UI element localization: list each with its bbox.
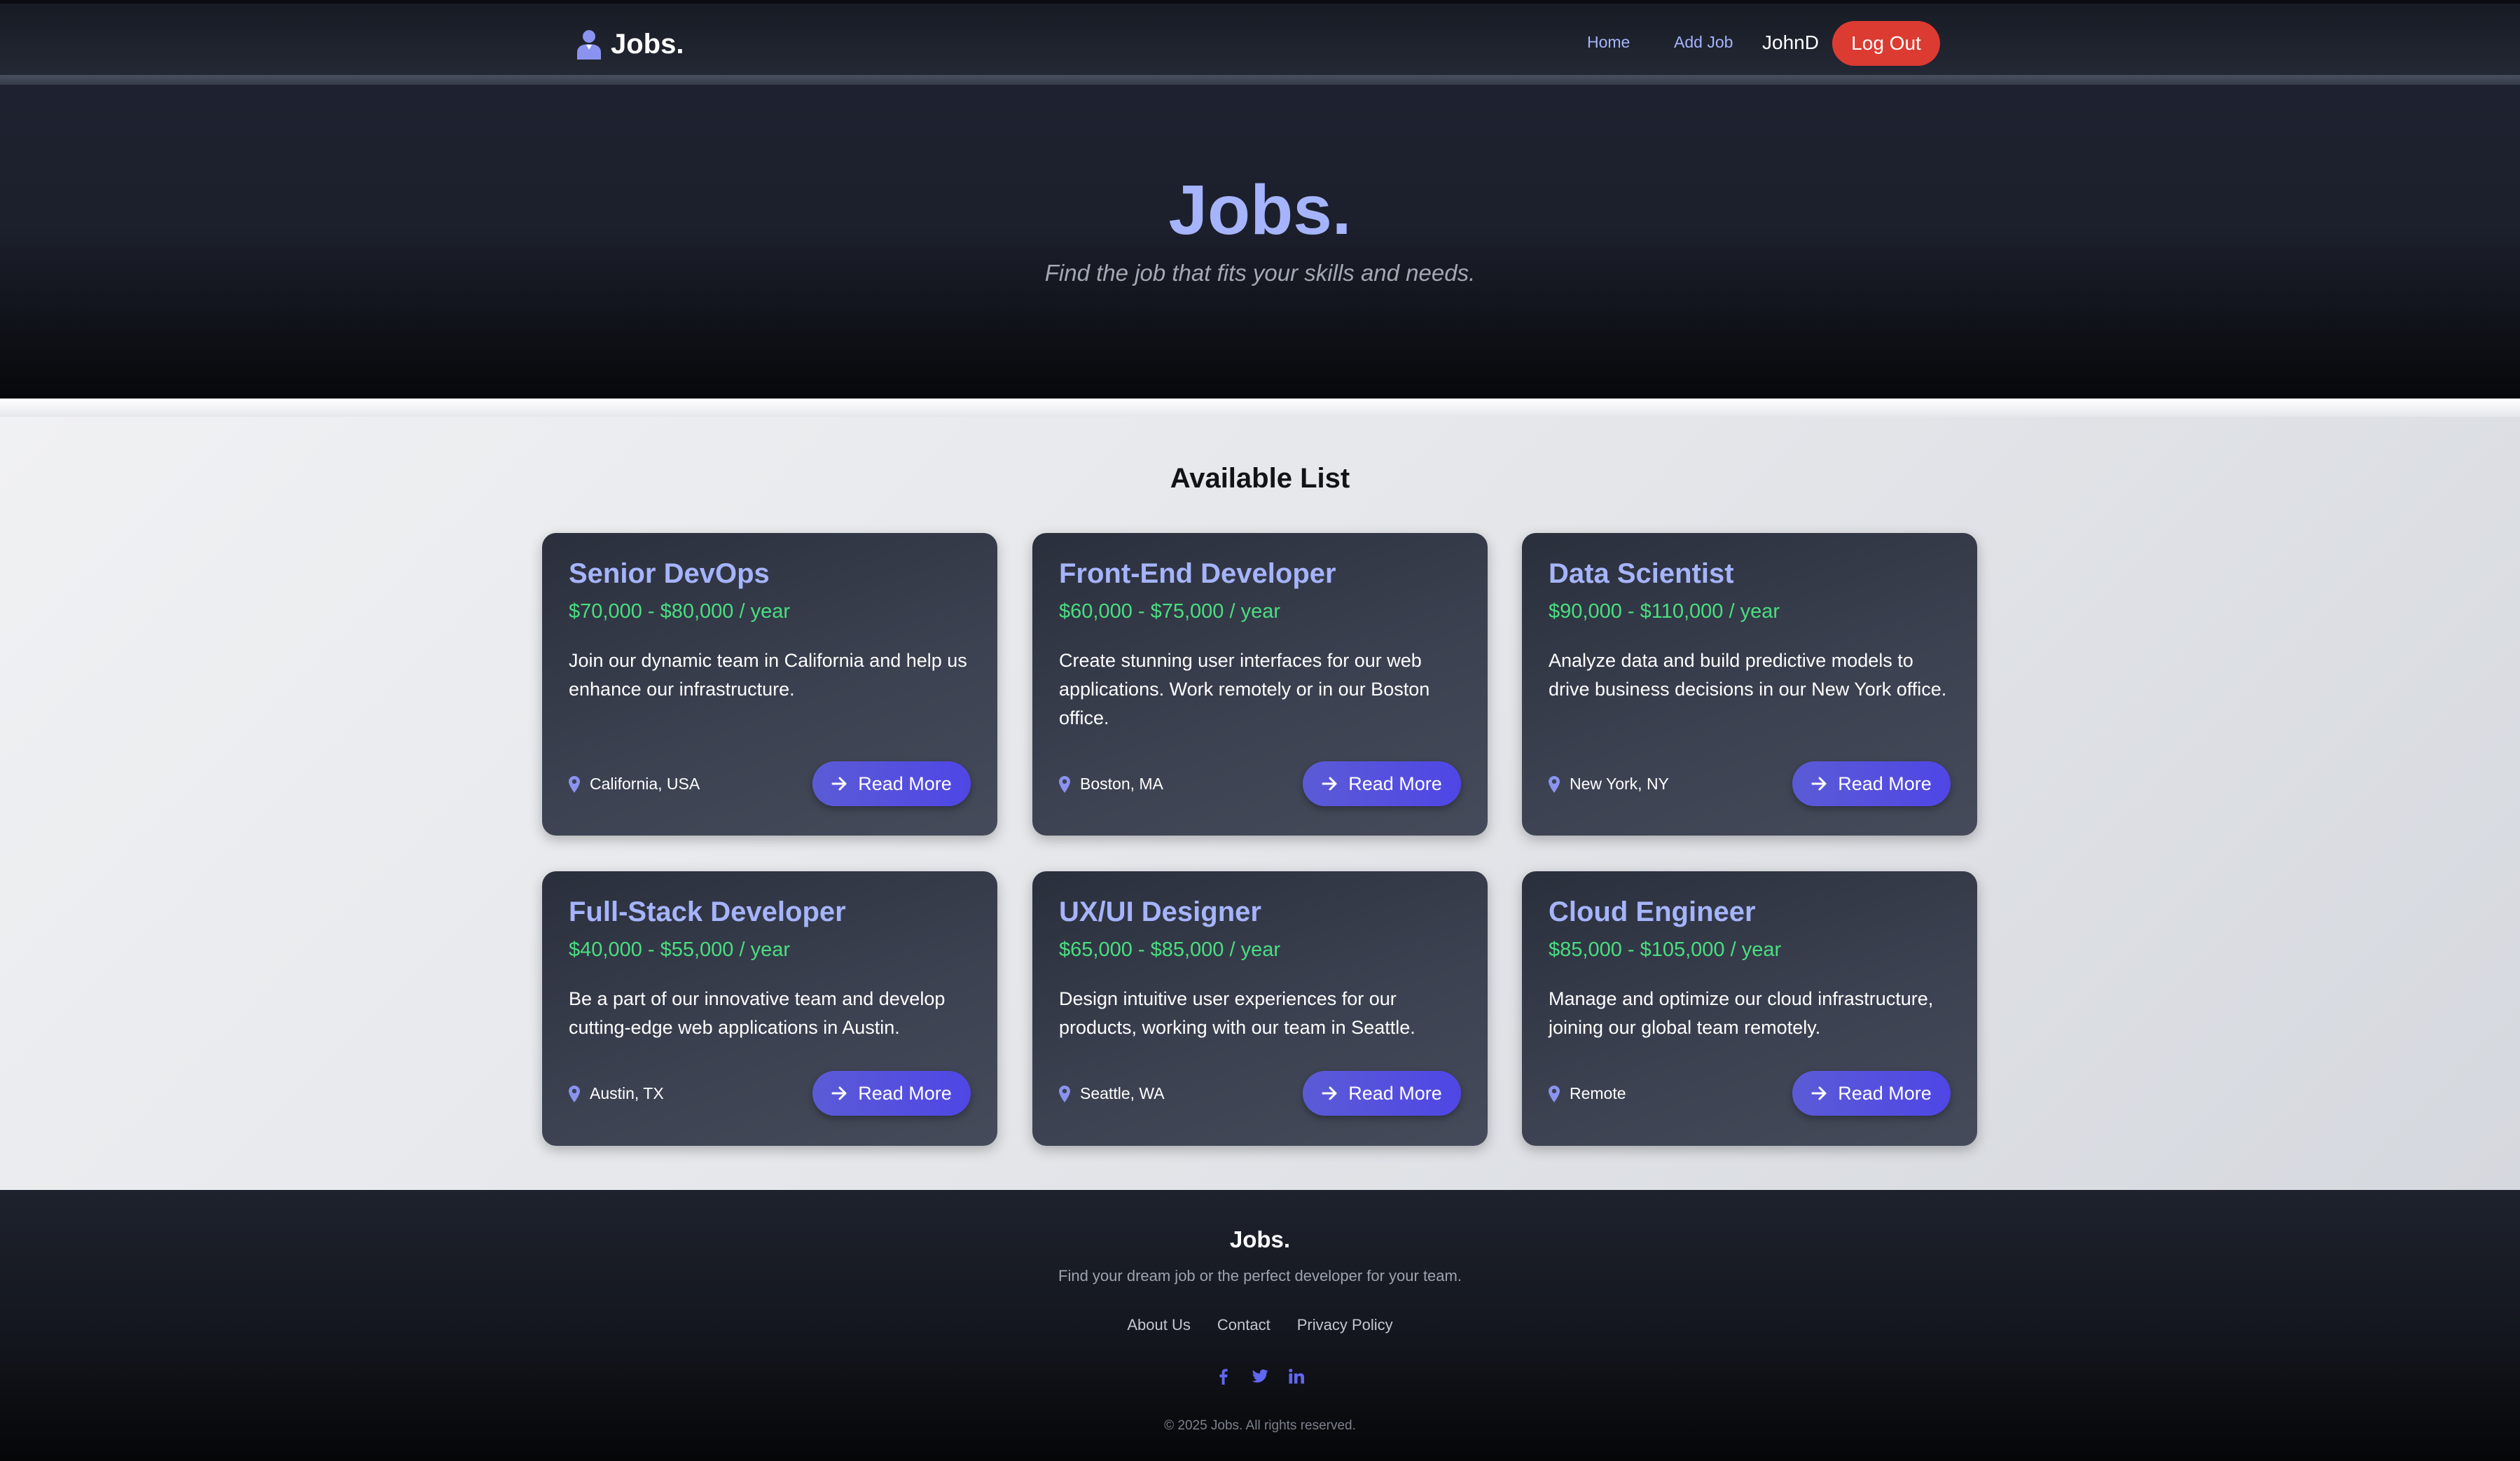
job-description: Analyze data and build predictive models… [1549, 650, 1947, 700]
map-pin-icon [1059, 775, 1070, 793]
footer-link-privacy-policy[interactable]: Privacy Policy [1297, 1316, 1393, 1334]
arrow-right-icon [831, 777, 847, 791]
twitter-icon[interactable] [1251, 1366, 1269, 1386]
job-description: Design intuitive user experiences for ou… [1059, 988, 1415, 1038]
job-description: Manage and optimize our cloud infrastruc… [1549, 988, 1934, 1038]
footer-link-about-us[interactable]: About Us [1127, 1316, 1191, 1334]
job-description: Create stunning user interfaces for our … [1059, 650, 1430, 728]
job-card: Front-End Developer $60,000 - $75,000 / … [1032, 533, 1488, 836]
job-location: New York, NY [1549, 775, 1669, 794]
job-location: Remote [1549, 1084, 1626, 1103]
read-more-button[interactable]: Read More [812, 1071, 971, 1116]
nav-add-job-link[interactable]: Add Job [1674, 33, 1733, 52]
job-description: Be a part of our innovative team and dev… [569, 988, 946, 1038]
read-more-label: Read More [858, 773, 952, 794]
job-title: Senior DevOps [569, 558, 770, 589]
map-pin-icon [1549, 1085, 1560, 1102]
footer-link-contact[interactable]: Contact [1217, 1316, 1271, 1334]
map-pin-icon [569, 775, 580, 793]
brand-name: Jobs. [611, 28, 684, 60]
job-location-text: California, USA [590, 775, 700, 793]
user-icon [577, 30, 601, 60]
arrow-right-icon [1322, 1086, 1337, 1100]
section-divider [0, 399, 2520, 417]
arrow-right-icon [1811, 777, 1827, 791]
hero-subtitle: Find the job that fits your skills and n… [1044, 260, 1476, 286]
job-location: Austin, TX [569, 1084, 664, 1103]
job-card: UX/UI Designer $65,000 - $85,000 / year … [1032, 871, 1488, 1146]
read-more-button[interactable]: Read More [1792, 1071, 1951, 1116]
footer-brand: Jobs. [1229, 1226, 1291, 1252]
job-title: Front-End Developer [1059, 558, 1336, 589]
logout-button[interactable]: Log Out [1832, 21, 1940, 66]
job-list-section: Available List Senior DevOps $70,000 - $… [0, 417, 2520, 1190]
hero-section: Jobs. Find the job that fits your skills… [0, 85, 2520, 399]
username-label: JohnD [1762, 32, 1819, 53]
job-salary: $40,000 - $55,000 / year [569, 939, 791, 961]
job-salary: $85,000 - $105,000 / year [1549, 939, 1782, 961]
nav-home-link[interactable]: Home [1587, 33, 1630, 52]
copyright-text: © 2025 Jobs. All rights reserved. [1164, 1418, 1356, 1433]
map-pin-icon [1059, 1085, 1070, 1102]
footer: Jobs. Find your dream job or the perfect… [0, 1190, 2520, 1461]
job-location-text: New York, NY [1570, 775, 1669, 793]
facebook-icon[interactable] [1214, 1366, 1233, 1386]
job-salary: $70,000 - $80,000 / year [569, 600, 791, 623]
job-title: Data Scientist [1549, 558, 1734, 589]
job-title: Cloud Engineer [1549, 896, 1756, 927]
footer-links: About Us Contact Privacy Policy [0, 1316, 2520, 1334]
job-location-text: Austin, TX [590, 1084, 664, 1102]
job-location: California, USA [569, 775, 700, 794]
job-salary: $90,000 - $110,000 / year [1549, 600, 1780, 623]
job-card: Senior DevOps $70,000 - $80,000 / year J… [542, 533, 997, 836]
job-card: Cloud Engineer $85,000 - $105,000 / year… [1522, 871, 1977, 1146]
read-more-button[interactable]: Read More [1303, 761, 1461, 806]
job-location-text: Boston, MA [1080, 775, 1163, 793]
social-links [0, 1366, 2520, 1386]
read-more-label: Read More [1348, 1082, 1442, 1104]
read-more-label: Read More [1838, 1082, 1932, 1104]
arrow-right-icon [1322, 777, 1337, 791]
job-title: Full-Stack Developer [569, 896, 846, 927]
job-card: Data Scientist $90,000 - $110,000 / year… [1522, 533, 1977, 836]
job-title: UX/UI Designer [1059, 896, 1261, 927]
job-location: Boston, MA [1059, 775, 1163, 794]
linkedin-icon[interactable] [1287, 1366, 1306, 1386]
job-description: Join our dynamic team in California and … [569, 650, 967, 700]
read-more-label: Read More [1348, 773, 1442, 794]
brand-logo-link[interactable]: Jobs. [576, 25, 684, 64]
navbar-divider [0, 75, 2520, 85]
job-card: Full-Stack Developer $40,000 - $55,000 /… [542, 871, 997, 1146]
read-more-button[interactable]: Read More [1303, 1071, 1461, 1116]
map-pin-icon [569, 1085, 580, 1102]
read-more-label: Read More [1838, 773, 1932, 794]
read-more-button[interactable]: Read More [812, 761, 971, 806]
job-salary: $65,000 - $85,000 / year [1059, 939, 1281, 961]
footer-tagline: Find your dream job or the perfect devel… [1058, 1267, 1462, 1285]
arrow-right-icon [831, 1086, 847, 1100]
section-title: Available List [1170, 463, 1350, 494]
navbar: Jobs. Home Add Job JohnD Log Out [0, 4, 2520, 75]
hero-title: Jobs. [1168, 171, 1352, 249]
job-location-text: Seattle, WA [1080, 1084, 1165, 1102]
arrow-right-icon [1811, 1086, 1827, 1100]
read-more-label: Read More [858, 1082, 952, 1104]
map-pin-icon [1549, 775, 1560, 793]
read-more-button[interactable]: Read More [1792, 761, 1951, 806]
job-location: Seattle, WA [1059, 1084, 1165, 1103]
job-location-text: Remote [1570, 1084, 1626, 1102]
job-salary: $60,000 - $75,000 / year [1059, 600, 1281, 623]
